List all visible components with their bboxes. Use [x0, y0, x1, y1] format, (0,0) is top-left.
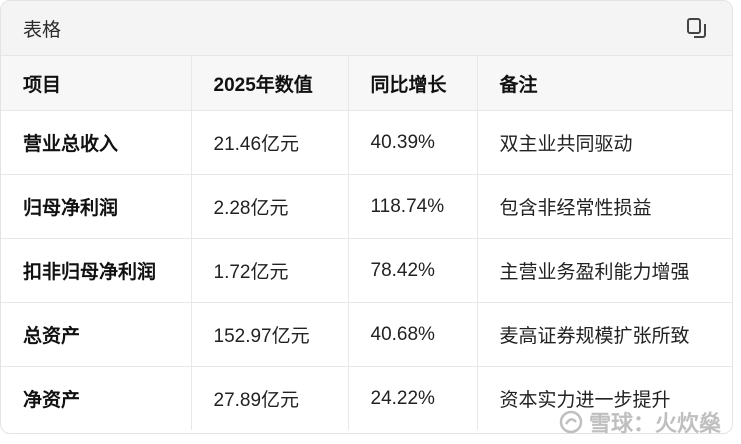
header-item: 项目 — [1, 56, 192, 111]
card-header: 表格 — [1, 1, 732, 56]
table-row: 营业总收入 21.46亿元 40.39% 双主业共同驱动 — [1, 110, 732, 175]
cell-item: 净资产 — [1, 366, 192, 430]
header-yoy-growth: 同比增长 — [348, 56, 478, 111]
cell-value: 21.46亿元 — [191, 110, 349, 175]
cell-growth: 40.39% — [348, 110, 478, 175]
table-row: 归母净利润 2.28亿元 118.74% 包含非经常性损益 — [1, 174, 732, 239]
table-row: 扣非归母净利润 1.72亿元 78.42% 主营业务盈利能力增强 — [1, 238, 732, 303]
table-header-row: 项目 2025年数值 同比增长 备注 — [1, 56, 732, 111]
cell-remark: 资本实力进一步提升 — [499, 390, 671, 411]
cell-value: 1.72亿元 — [191, 238, 349, 303]
cell-growth: 78.42% — [348, 238, 478, 303]
copy-button[interactable] — [684, 15, 710, 41]
cell-item: 营业总收入 — [1, 110, 192, 175]
cell-growth: 24.22% — [348, 366, 478, 430]
cell-remark: 包含非经常性损益 — [477, 174, 732, 239]
copy-icon — [687, 18, 706, 38]
header-value-2025: 2025年数值 — [191, 56, 349, 111]
table-card: 表格 项目 2025年数值 同比增长 备注 营业总收入 21.46亿元 40.3… — [0, 0, 733, 434]
cell-item: 扣非归母净利润 — [1, 238, 192, 303]
cell-value: 2.28亿元 — [191, 174, 349, 239]
cell-value: 27.89亿元 — [191, 366, 349, 430]
cell-remark: 麦高证券规模扩张所致 — [477, 302, 732, 367]
card-title: 表格 — [23, 19, 62, 41]
header-remarks: 备注 — [477, 56, 732, 111]
table-row: 净资产 27.89亿元 24.22% 资本实力进一步提升 — [1, 366, 732, 430]
table-row: 总资产 152.97亿元 40.68% 麦高证券规模扩张所致 — [1, 302, 732, 367]
cell-growth: 40.68% — [348, 302, 478, 367]
cell-remark: 双主业共同驱动 — [477, 110, 732, 175]
cell-item: 总资产 — [1, 302, 192, 367]
cell-remark: 主营业务盈利能力增强 — [477, 238, 732, 303]
cell-growth: 118.74% — [348, 174, 478, 239]
cell-item: 归母净利润 — [1, 174, 192, 239]
cell-value: 152.97亿元 — [191, 302, 349, 367]
data-table: 项目 2025年数值 同比增长 备注 营业总收入 21.46亿元 40.39% … — [1, 56, 732, 430]
